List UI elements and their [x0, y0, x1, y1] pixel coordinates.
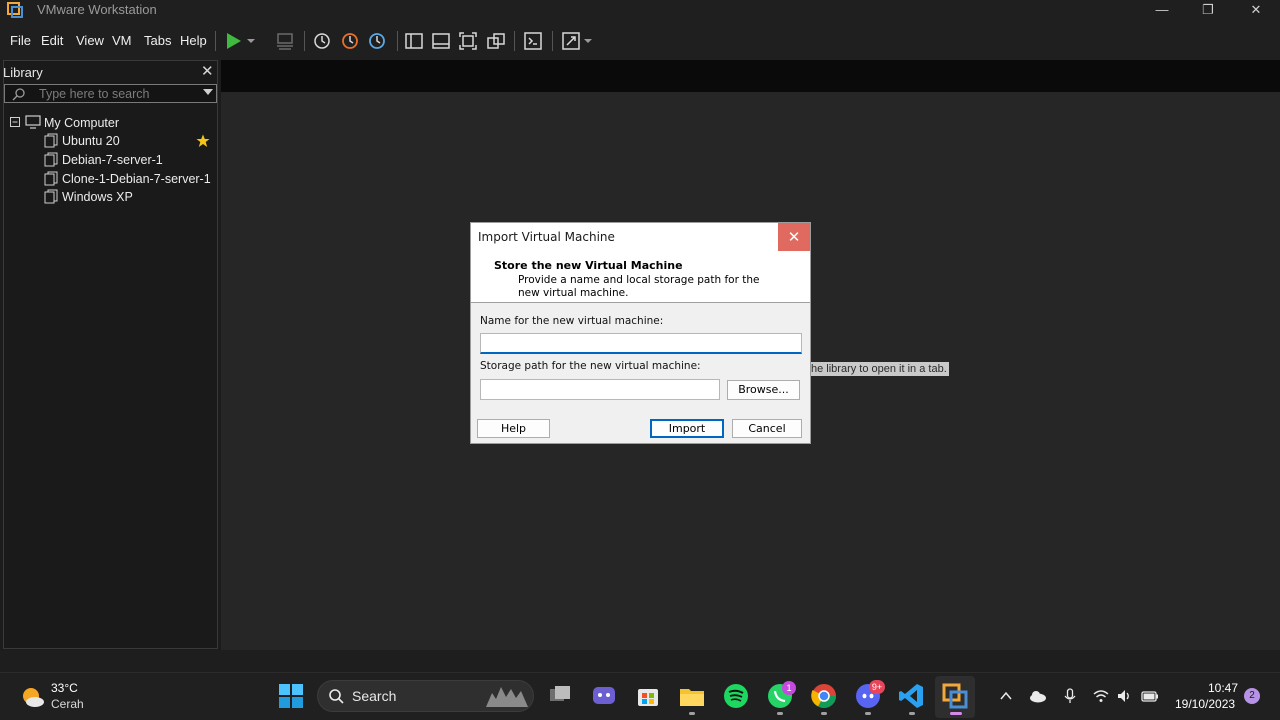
menu-tabs[interactable]: Tabs: [144, 33, 171, 48]
library-search-placeholder: Type here to search: [39, 87, 150, 101]
toolbar-separator: [215, 31, 216, 51]
toolbar-separator: [397, 31, 398, 51]
vmware-logo-icon: [7, 2, 23, 18]
microphone-icon[interactable]: [1062, 688, 1078, 704]
vscode-icon[interactable]: [898, 682, 926, 710]
power-dropdown-chevron-icon[interactable]: [245, 31, 257, 51]
vmware-taskbar-icon[interactable]: [941, 682, 969, 710]
library-item-debian-7-server-1[interactable]: Debian-7-server-1: [62, 153, 163, 167]
snapshot-manager-icon[interactable]: [367, 31, 387, 51]
dialog-header: Store the new Virtual Machine Provide a …: [471, 252, 810, 303]
vm-name-field[interactable]: [480, 333, 802, 354]
tree-collapse-icon[interactable]: [10, 117, 20, 127]
weather-condition[interactable]: Cerah: [51, 697, 84, 711]
running-indicator: [821, 712, 827, 715]
tab-bar: [221, 60, 1280, 92]
search-highlight-icon: [486, 687, 528, 707]
stretch-dropdown-chevron-icon[interactable]: [582, 31, 594, 51]
stretch-guest-icon[interactable]: [561, 31, 581, 51]
microsoft-store-icon[interactable]: [634, 682, 662, 710]
spotify-icon[interactable]: [722, 682, 750, 710]
status-bar: [0, 650, 1280, 672]
running-indicator: [777, 712, 783, 715]
weather-temperature[interactable]: 33°C: [51, 681, 78, 695]
full-screen-icon[interactable]: [458, 31, 478, 51]
browse-button[interactable]: Browse...: [727, 380, 800, 400]
chevron-up-icon[interactable]: [998, 688, 1014, 704]
title-bar: [0, 0, 1280, 20]
library-title: Library: [3, 65, 43, 80]
console-view-icon[interactable]: [523, 31, 543, 51]
library-item-windows-xp[interactable]: Windows XP: [62, 190, 133, 204]
toolbar-separator: [304, 31, 305, 51]
menu-help[interactable]: Help: [180, 33, 207, 48]
vm-name-label: Name for the new virtual machine:: [480, 315, 664, 327]
chat-icon[interactable]: [590, 682, 618, 710]
tree-root-my-computer[interactable]: My Computer: [44, 116, 119, 130]
search-dropdown-chevron-icon[interactable]: [203, 89, 213, 95]
close-window-button[interactable]: ✕: [1233, 0, 1279, 20]
toolbar-separator: [552, 31, 553, 51]
whatsapp-badge: 1: [782, 681, 796, 695]
send-ctrl-alt-del-icon[interactable]: [275, 31, 295, 51]
window-title: VMware Workstation: [37, 2, 157, 17]
clock-date[interactable]: 19/10/2023: [1175, 697, 1235, 711]
onedrive-cloud-icon[interactable]: [1029, 688, 1047, 704]
workspace-hint-text: he library to open it in a tab.: [809, 362, 949, 376]
running-indicator: [865, 712, 871, 715]
dialog-heading: Store the new Virtual Machine: [494, 259, 683, 272]
menu-file[interactable]: File: [10, 33, 31, 48]
unity-icon[interactable]: [486, 31, 506, 51]
vm-icon: [44, 189, 58, 204]
snapshot-icon[interactable]: [312, 31, 332, 51]
cancel-button[interactable]: Cancel: [732, 419, 802, 438]
windows-start-icon[interactable]: [277, 682, 305, 710]
volume-icon[interactable]: [1116, 688, 1132, 704]
library-item-clone-1-debian-7-server-1[interactable]: Clone-1-Debian-7-server-1: [62, 172, 211, 186]
vm-icon: [44, 133, 58, 148]
library-item-ubuntu-20[interactable]: Ubuntu 20: [62, 134, 120, 148]
dialog-title: Import Virtual Machine: [478, 230, 615, 244]
restore-button[interactable]: ❐: [1185, 0, 1231, 20]
dialog-close-icon[interactable]: ✕: [778, 223, 810, 251]
show-library-icon[interactable]: [404, 31, 424, 51]
battery-charging-icon[interactable]: [1141, 688, 1159, 704]
search-icon: [12, 88, 25, 101]
dialog-title-bar: Import Virtual Machine ✕: [471, 223, 810, 252]
thumbnail-bar-icon[interactable]: [431, 31, 451, 51]
favorite-star-icon: [196, 134, 210, 147]
weather-sun-cloud-icon[interactable]: [20, 684, 46, 710]
menu-view[interactable]: View: [76, 33, 104, 48]
power-on-play-icon[interactable]: [224, 31, 244, 51]
active-indicator: [950, 712, 962, 715]
import-button[interactable]: Import: [650, 419, 724, 438]
menu-vm[interactable]: VM: [112, 33, 132, 48]
storage-path-field[interactable]: [480, 379, 720, 400]
help-button[interactable]: Help: [477, 419, 550, 438]
chrome-icon[interactable]: [810, 682, 838, 710]
taskbar-search-label: Search: [352, 688, 397, 704]
vm-icon: [44, 171, 58, 186]
vm-icon: [44, 152, 58, 167]
file-explorer-icon[interactable]: [678, 682, 706, 710]
toolbar-separator: [514, 31, 515, 51]
notification-count-badge[interactable]: 2: [1244, 688, 1260, 704]
storage-path-label: Storage path for the new virtual machine…: [480, 360, 701, 372]
library-close-icon[interactable]: ✕: [201, 62, 214, 80]
minimize-button[interactable]: —: [1139, 0, 1185, 20]
taskbar-search-icon: [329, 689, 344, 704]
dialog-description: Provide a name and local storage path fo…: [518, 274, 760, 299]
running-indicator: [909, 712, 915, 715]
import-vm-dialog: Import Virtual Machine ✕ Store the new V…: [470, 222, 811, 444]
wifi-icon[interactable]: [1093, 688, 1109, 704]
menu-edit[interactable]: Edit: [41, 33, 63, 48]
library-panel: [3, 60, 218, 649]
computer-icon: [25, 115, 41, 129]
running-indicator: [689, 712, 695, 715]
discord-badge: 9+: [869, 680, 885, 694]
revert-snapshot-icon[interactable]: [340, 31, 360, 51]
clock-time[interactable]: 10:47: [1208, 681, 1238, 695]
task-view-icon[interactable]: [546, 682, 574, 710]
